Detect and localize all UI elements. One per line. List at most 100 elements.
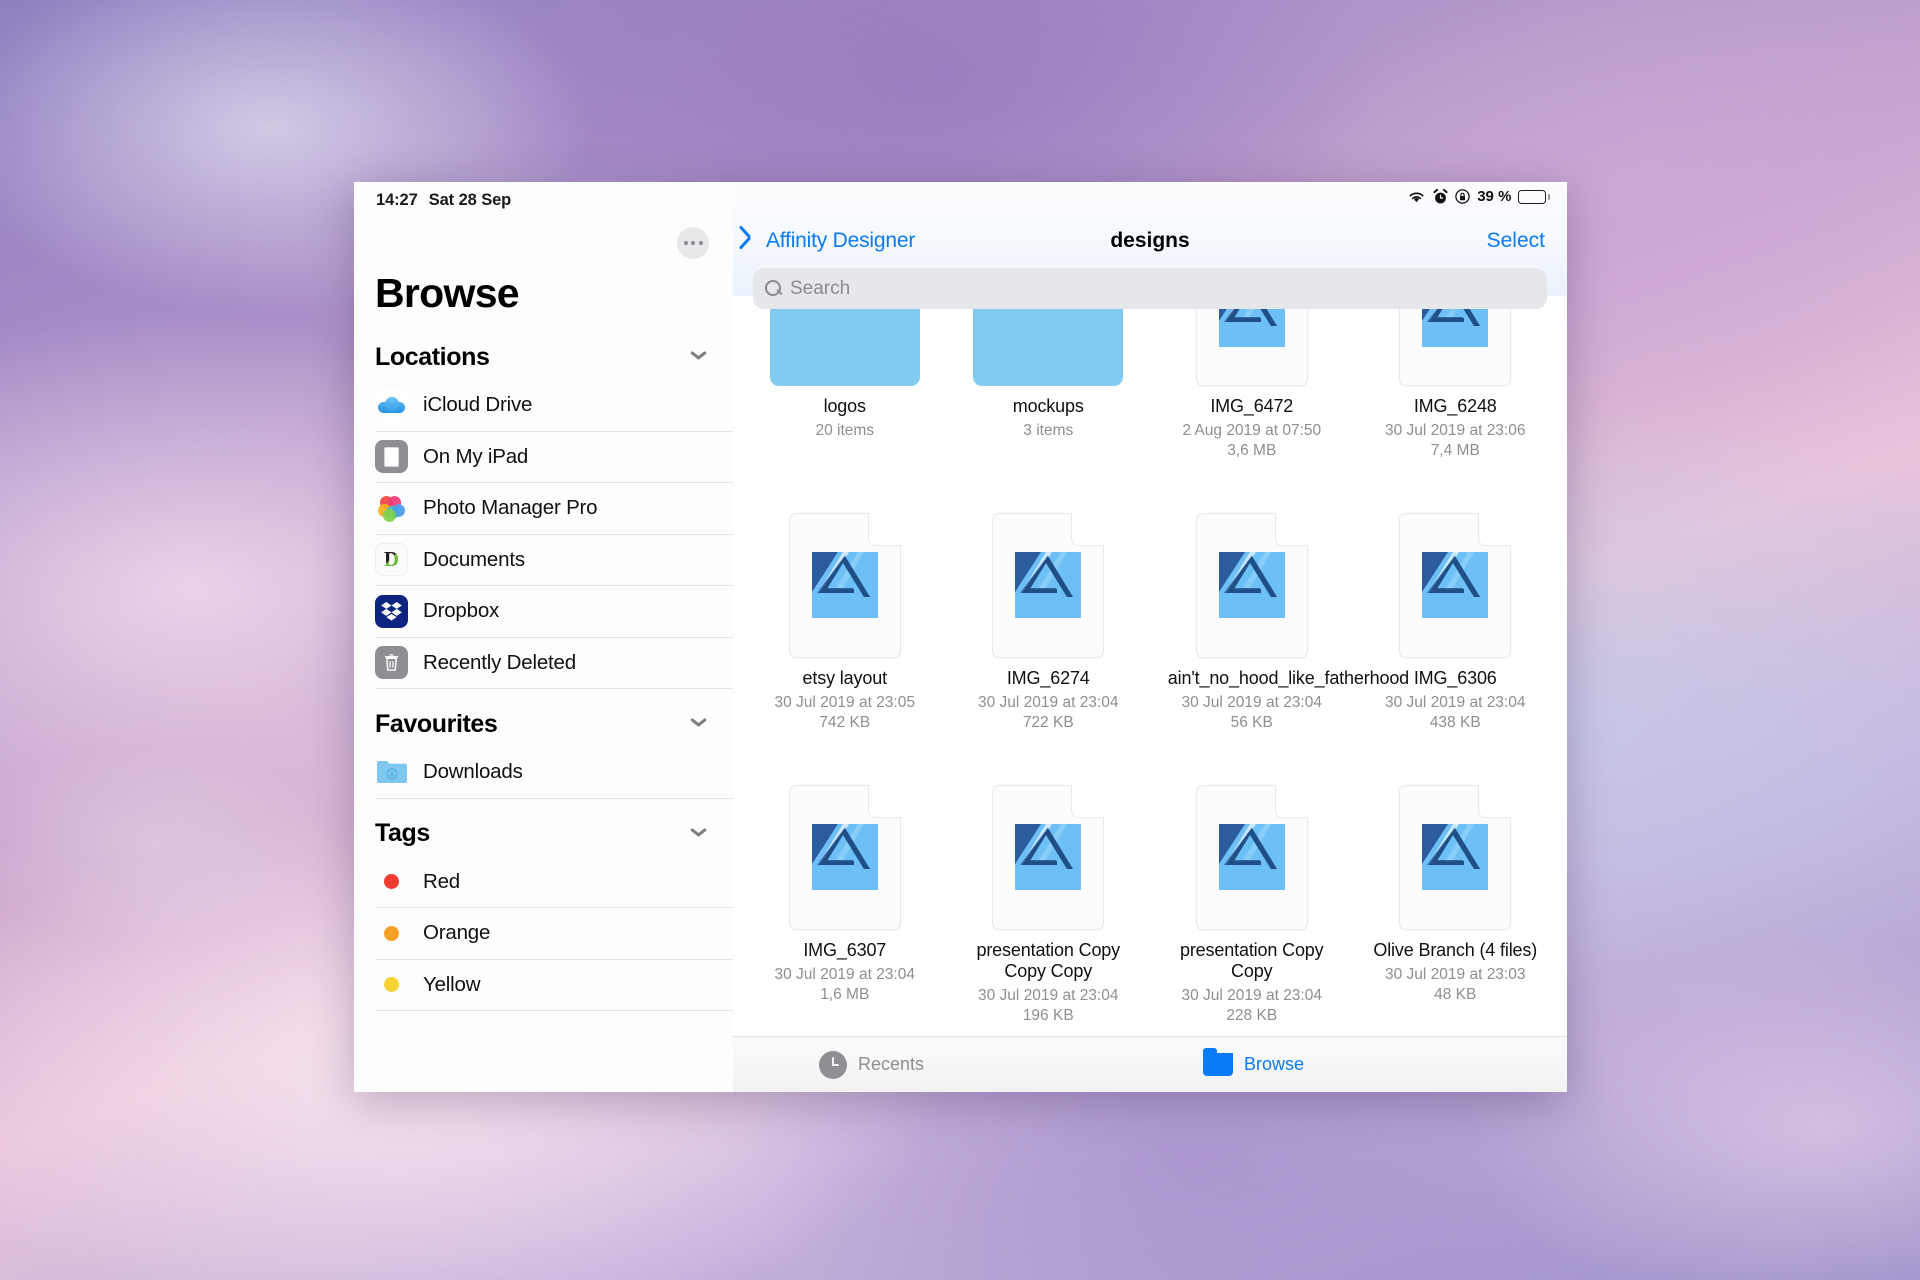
status-date: Sat 28 Sep xyxy=(428,191,512,209)
item-meta-line1: 30 Jul 2019 at 23:04 xyxy=(978,694,1119,712)
sidebar-item-documents[interactable]: D Documents xyxy=(375,535,733,586)
sidebar-item-on-my-ipad[interactable]: On My iPad xyxy=(375,432,733,483)
affinity-designer-logo-icon xyxy=(1218,552,1285,619)
item-meta-line1: 30 Jul 2019 at 23:06 xyxy=(1385,422,1526,440)
item-meta-line2: 56 KB xyxy=(1230,713,1273,731)
file-item[interactable]: IMG_6306 30 Jul 2019 at 23:04 438 KB xyxy=(1362,464,1550,732)
sidebar-item-recently-deleted[interactable]: Recently Deleted xyxy=(375,638,733,689)
tab-label: Recents xyxy=(858,1054,925,1074)
icloud-drive-icon xyxy=(375,388,408,422)
tab-recents[interactable]: Recents xyxy=(819,1050,925,1079)
file-item[interactable]: ain't_no_hood_like_fatherhood 30 Jul 2019… xyxy=(1158,464,1410,732)
affinity-designer-file-icon xyxy=(1195,512,1308,658)
section-header-locations[interactable]: Locations xyxy=(354,334,733,380)
back-button-label: Affinity Designer xyxy=(766,229,916,252)
clock-icon xyxy=(819,1050,847,1079)
item-name: presentation Copy Copy Copy xyxy=(976,939,1121,982)
search-input[interactable]: Search xyxy=(790,278,850,300)
tab-bar: Recents Browse xyxy=(733,1036,1567,1092)
item-name: presentation Copy Copy xyxy=(1179,939,1324,982)
item-meta: 30 Jul 2019 at 23:04 56 KB xyxy=(1182,693,1322,732)
affinity-designer-file-icon xyxy=(788,512,901,658)
file-item[interactable]: etsy layout 30 Jul 2019 at 23:05 742 KB xyxy=(751,464,939,732)
affinity-designer-file-icon xyxy=(992,512,1105,658)
item-meta: 30 Jul 2019 at 23:03 48 KB xyxy=(1385,965,1525,1004)
tab-browse[interactable]: Browse xyxy=(1202,1048,1304,1076)
sidebar-item-downloads[interactable]: Downloads xyxy=(375,747,733,799)
affinity-designer-file-icon xyxy=(992,784,1105,930)
sidebar-item-label: Red xyxy=(423,869,461,893)
page-title: Browse xyxy=(375,270,520,316)
file-item[interactable]: Olive Branch (4 files) 30 Jul 2019 at 23:… xyxy=(1362,736,1550,1025)
chevron-down-icon[interactable] xyxy=(690,719,707,729)
affinity-designer-logo-icon xyxy=(811,552,878,619)
section-header-tags[interactable]: Tags xyxy=(354,811,733,857)
item-meta-line1: 20 items xyxy=(815,422,875,440)
affinity-designer-file-icon xyxy=(788,784,901,930)
navigation-bar: 39 % Affinity Designer designs Select Se… xyxy=(733,182,1567,309)
page-fold-corner xyxy=(1478,784,1512,818)
section-title: Locations xyxy=(375,342,490,371)
battery-icon xyxy=(1518,189,1550,204)
thumbnail xyxy=(788,744,901,930)
item-meta: 3 items xyxy=(1023,421,1073,440)
file-item[interactable]: IMG_6472 2 Aug 2019 at 07:50 3,6 MB xyxy=(1158,296,1346,460)
affinity-designer-logo-icon xyxy=(1015,552,1082,619)
folder-item[interactable]: logos 20 items xyxy=(751,296,939,460)
item-name: Olive Branch (4 files) xyxy=(1373,939,1538,960)
item-meta-line1: 3 items xyxy=(1023,422,1074,440)
chevron-down-icon[interactable] xyxy=(690,829,707,839)
sidebar-item-tag-yellow[interactable]: Yellow xyxy=(375,960,733,1011)
section-header-favourites[interactable]: Favourites xyxy=(354,701,733,747)
back-button[interactable]: Affinity Designer xyxy=(747,229,915,253)
dropbox-icon xyxy=(375,594,408,628)
thumbnail xyxy=(1195,296,1308,386)
item-name: IMG_6307 xyxy=(803,939,887,960)
item-name: ain't_no_hood_like_fatherhood xyxy=(1167,667,1410,688)
affinity-designer-logo-icon xyxy=(1015,824,1082,891)
chevron-down-icon[interactable] xyxy=(690,352,707,362)
more-options-icon xyxy=(683,241,703,245)
affinity-designer-logo-icon xyxy=(1218,824,1285,891)
item-meta-line1: 30 Jul 2019 at 23:04 xyxy=(978,987,1119,1005)
folder-item[interactable]: mockups 3 items xyxy=(955,296,1143,460)
folder-icon xyxy=(1202,1048,1233,1076)
page-fold-corner xyxy=(867,784,901,818)
sidebar-item-icloud-drive[interactable]: iCloud Drive xyxy=(375,380,733,432)
item-meta: 30 Jul 2019 at 23:04 438 KB xyxy=(1385,693,1525,732)
thumbnail xyxy=(769,296,920,386)
file-item[interactable]: IMG_6274 30 Jul 2019 at 23:04 722 KB xyxy=(955,464,1143,732)
status-bar-left: 14:27 Sat 28 Sep xyxy=(376,191,511,210)
thumbnail xyxy=(788,472,901,658)
file-item[interactable]: presentation Copy Copy 30 Jul 2019 at 23:… xyxy=(1158,736,1346,1025)
sidebar-item-dropbox[interactable]: Dropbox xyxy=(375,586,733,638)
sidebar-item-photo-manager-pro[interactable]: Photo Manager Pro xyxy=(375,483,733,535)
affinity-designer-file-icon xyxy=(1399,512,1512,658)
file-item[interactable]: presentation Copy Copy Copy 30 Jul 2019 a… xyxy=(955,736,1143,1025)
ipad-window: 14:27 Sat 28 Sep Browse Locations iCloud … xyxy=(354,182,1567,1092)
file-grid[interactable]: logos 20 items mockups 3 items IMG_6472 2 Au… xyxy=(733,296,1567,1036)
item-name: IMG_6248 xyxy=(1413,396,1497,416)
search-bar[interactable]: Search xyxy=(753,268,1547,309)
sidebar-scroll-area[interactable]: Locations iCloud Drive On My iPad Photo … xyxy=(354,334,733,1092)
file-item[interactable]: IMG_6248 30 Jul 2019 at 23:06 7,4 MB xyxy=(1362,296,1550,460)
more-options-button[interactable] xyxy=(677,227,709,259)
select-button[interactable]: Select xyxy=(1487,229,1545,253)
item-meta-line1: 30 Jul 2019 at 23:04 xyxy=(1181,987,1322,1005)
affinity-designer-file-icon xyxy=(1195,296,1308,386)
file-item[interactable]: IMG_6307 30 Jul 2019 at 23:04 1,6 MB xyxy=(751,736,939,1025)
page-fold-corner xyxy=(1274,784,1308,818)
item-meta-line1: 2 Aug 2019 at 07:50 xyxy=(1182,422,1322,440)
nav-row: Affinity Designer designs Select xyxy=(733,220,1567,262)
sidebar-item-tag-orange[interactable]: Orange xyxy=(375,908,733,960)
page-fold-corner xyxy=(867,512,901,546)
affinity-designer-logo-icon xyxy=(1422,824,1489,891)
affinity-designer-file-icon xyxy=(1195,784,1308,930)
folder-icon xyxy=(973,296,1124,386)
ipad-icon xyxy=(375,440,408,474)
sidebar-item-tag-red[interactable]: Red xyxy=(375,857,733,908)
page-fold-corner xyxy=(1274,512,1308,546)
wifi-icon xyxy=(1409,191,1424,202)
thumbnail xyxy=(973,296,1124,386)
affinity-designer-logo-icon xyxy=(811,824,878,891)
